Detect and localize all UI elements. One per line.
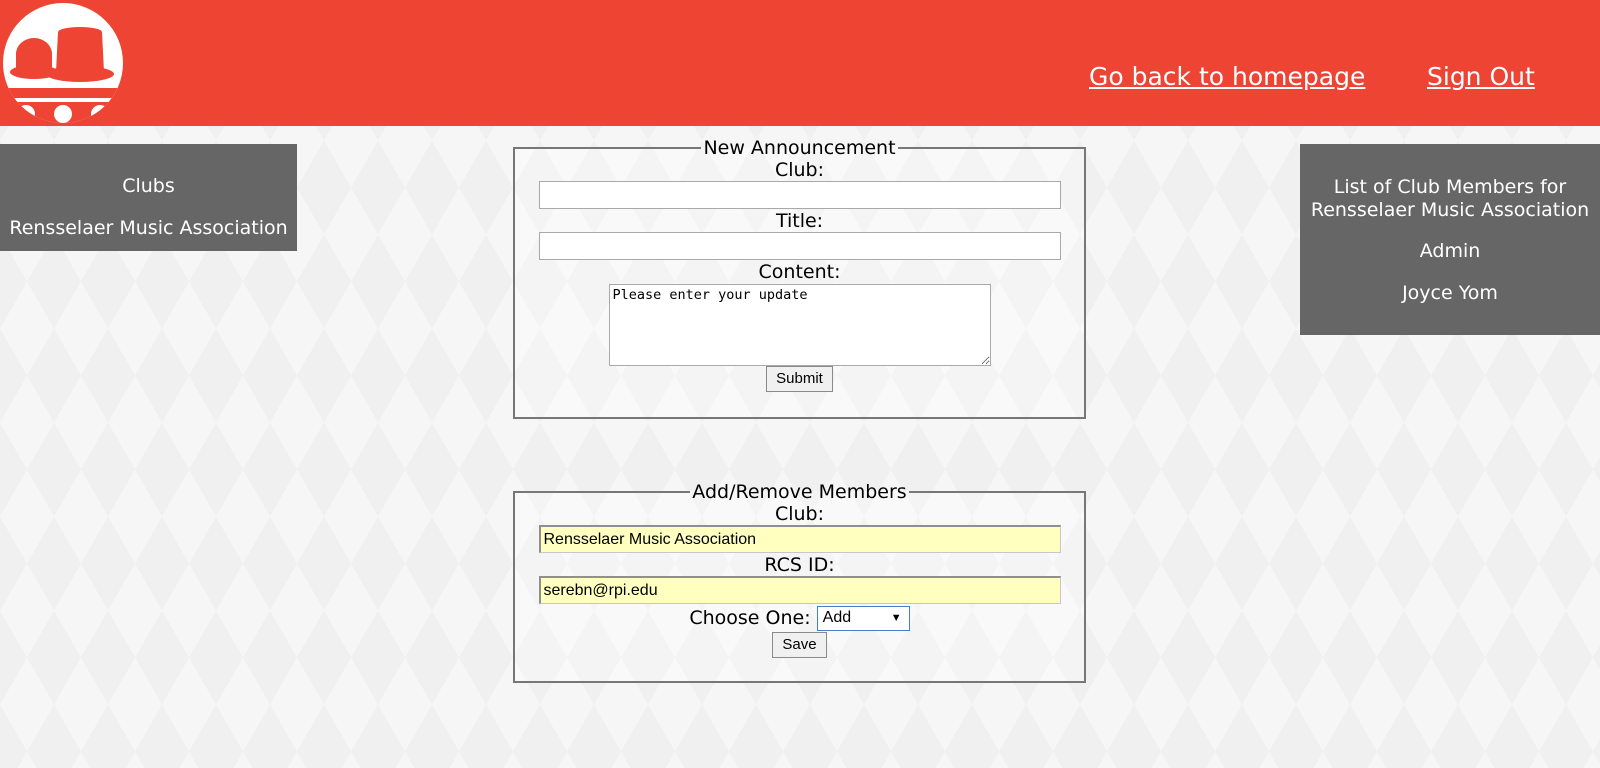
content-label: Content: xyxy=(758,261,841,283)
submit-button[interactable]: Submit xyxy=(766,366,833,392)
save-button[interactable]: Save xyxy=(772,632,827,658)
sign-out-link[interactable]: Sign Out xyxy=(1427,62,1535,91)
announcement-title-input[interactable] xyxy=(538,232,1061,260)
rcs-id-label: RCS ID: xyxy=(764,554,835,576)
new-announcement-legend: New Announcement xyxy=(703,137,896,159)
members-panel: List of Club Members for Rensselaer Musi… xyxy=(1300,144,1600,335)
add-remove-members-form: Add/Remove Members Club: RCS ID: Choose … xyxy=(513,481,1086,683)
new-announcement-form: New Announcement Club: Title: Content: P… xyxy=(513,137,1086,419)
action-select-value: Add xyxy=(822,609,852,626)
member-item: Joyce Yom xyxy=(1402,282,1498,304)
club-label: Club: xyxy=(774,159,825,181)
choose-one-label: Choose One: xyxy=(689,607,811,629)
announcement-club-input[interactable] xyxy=(538,181,1061,209)
site-header: Go back to homepage Sign Out xyxy=(0,0,1600,126)
announcement-content-textarea[interactable]: Please enter your update xyxy=(608,284,991,366)
title-label: Title: xyxy=(775,210,824,232)
club-label: Club: xyxy=(774,503,825,525)
members-club-input[interactable] xyxy=(538,525,1061,553)
add-remove-members-legend: Add/Remove Members xyxy=(692,481,907,503)
members-panel-title: List of Club Members for Rensselaer Musi… xyxy=(1310,176,1590,221)
action-select[interactable]: Add ▼ xyxy=(816,606,910,631)
clubs-panel-title: Clubs xyxy=(122,175,175,197)
choose-one-row: Choose One: Add ▼ xyxy=(519,606,1080,631)
clubs-panel: Clubs Rensselaer Music Association xyxy=(0,144,297,251)
club-item-rensselaer-music-association[interactable]: Rensselaer Music Association xyxy=(0,217,297,239)
homepage-link[interactable]: Go back to homepage xyxy=(1089,62,1365,91)
rcs-id-input[interactable] xyxy=(538,576,1061,604)
chevron-down-icon: ▼ xyxy=(890,612,902,624)
top-hat-logo-icon[interactable] xyxy=(2,2,124,124)
member-item: Admin xyxy=(1419,240,1481,262)
